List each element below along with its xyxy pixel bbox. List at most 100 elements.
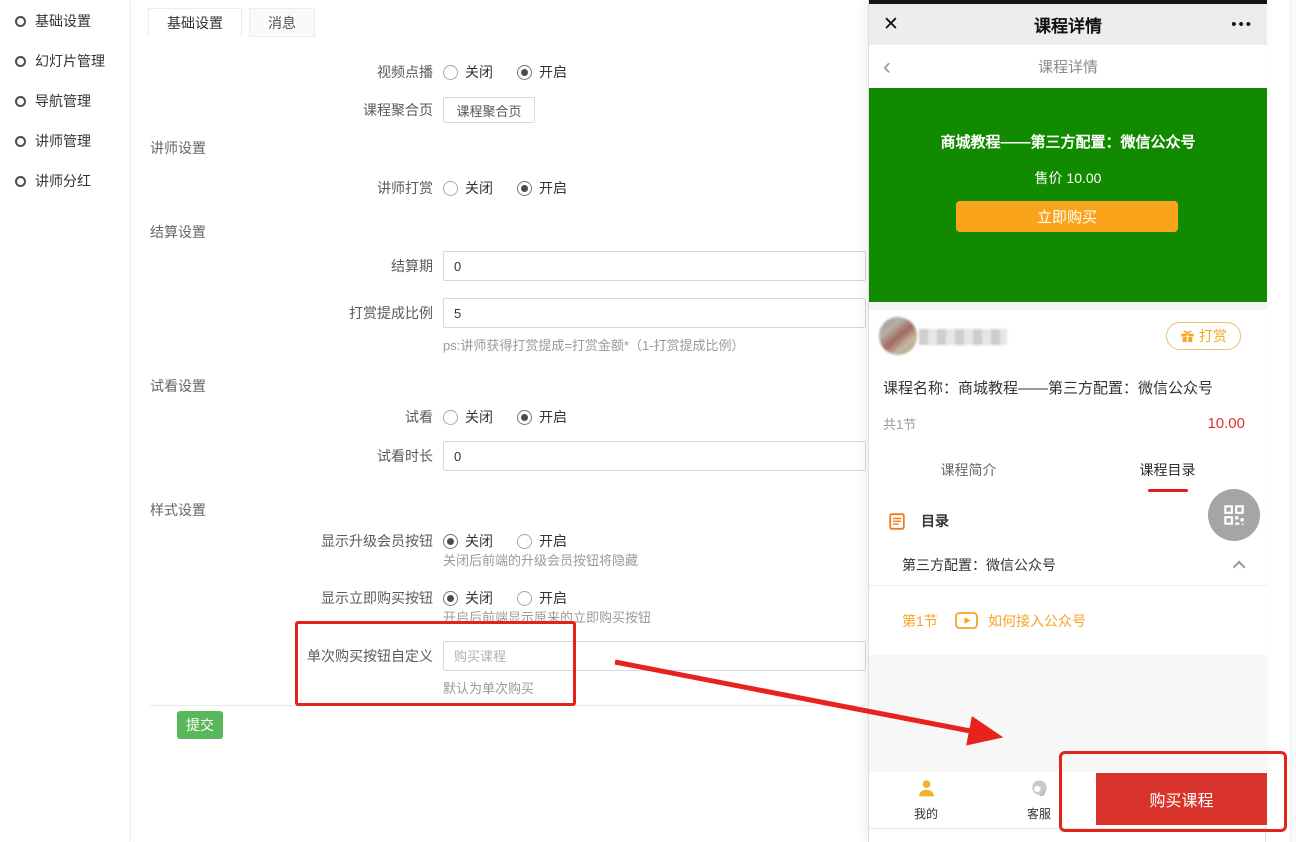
chevron-up-icon[interactable] — [1233, 560, 1246, 573]
section-header-lecturer: 讲师设置 — [150, 138, 206, 158]
headset-icon — [1029, 778, 1050, 799]
course-aggregate-button[interactable]: 课程聚合页 — [443, 97, 535, 123]
trial-duration-control — [443, 441, 866, 471]
radio-label: 开启 — [539, 407, 567, 427]
sidebar-item-label: 讲师分红 — [35, 171, 91, 191]
section-header-trial: 试看设置 — [150, 376, 206, 396]
radio-option-off[interactable]: 关闭 — [443, 531, 493, 551]
chapter-title: 第三方配置：微信公众号 — [902, 555, 1056, 575]
course-banner: 商城教程——第三方配置：微信公众号 售价 10.00 立即购买 — [869, 88, 1267, 302]
radio-icon — [517, 534, 532, 549]
tab-basic-settings[interactable]: 基础设置 — [148, 8, 242, 37]
close-icon[interactable]: ✕ — [883, 13, 899, 36]
circle-bullet-icon — [15, 56, 26, 67]
single-buy-custom-help: 默认为单次购买 — [443, 678, 866, 697]
buy-now-button[interactable]: 立即购买 — [956, 201, 1178, 232]
scrollbar-gutter[interactable] — [1290, 0, 1296, 842]
tabbar-item-service[interactable]: 客服 — [1009, 778, 1069, 822]
lecturer-tip-radio-group: 关闭 开启 — [443, 178, 567, 198]
radio-option-off[interactable]: 关闭 — [443, 178, 493, 198]
radio-label: 开启 — [539, 588, 567, 608]
submit-button[interactable]: 提交 — [177, 711, 223, 739]
sidebar-item-lecturer-dividend[interactable]: 讲师分红 — [0, 161, 129, 201]
qr-icon — [1221, 502, 1247, 528]
radio-icon — [517, 591, 532, 606]
tip-button[interactable]: 打赏 — [1166, 322, 1241, 350]
lesson-number: 第1节 — [902, 611, 938, 631]
radio-option-on[interactable]: 开启 — [517, 407, 567, 427]
sidebar-item-lecturer-mgmt[interactable]: 讲师管理 — [0, 121, 129, 161]
tabbar-mine-label: 我的 — [896, 805, 956, 822]
settlement-period-input[interactable] — [443, 251, 866, 281]
settings-main: 基础设置 消息 视频点播 关闭 开启 课程聚合页 课程聚合页 讲师设置 讲师打赏… — [130, 0, 896, 842]
radio-label: 关闭 — [465, 531, 493, 551]
radio-option-off[interactable]: 关闭 — [443, 407, 493, 427]
tip-commission-input[interactable] — [443, 298, 866, 328]
sidebar-item-label: 幻灯片管理 — [35, 51, 105, 71]
form-divider — [150, 705, 866, 706]
back-icon[interactable]: ‹ — [883, 55, 891, 79]
banner-gap — [869, 302, 1267, 310]
catalog-header-label: 目录 — [921, 511, 949, 531]
qr-code-button[interactable] — [1208, 489, 1260, 541]
form-row-trial-duration: 试看时长 — [150, 441, 866, 471]
radio-option-on[interactable]: 开启 — [517, 588, 567, 608]
buy-course-button[interactable]: 购买课程 — [1096, 773, 1267, 825]
radio-icon — [443, 181, 458, 196]
field-label: 试看时长 — [150, 441, 433, 471]
radio-label: 关闭 — [465, 62, 493, 82]
radio-option-off[interactable]: 关闭 — [443, 588, 493, 608]
course-name: 课程名称：商城教程——第三方配置：微信公众号 — [883, 377, 1213, 398]
sidebar: 基础设置 幻灯片管理 导航管理 讲师管理 讲师分红 — [0, 0, 130, 842]
tab-messages[interactable]: 消息 — [249, 8, 315, 37]
single-buy-custom-input[interactable] — [443, 641, 866, 671]
field-label: 显示立即购买按钮 — [150, 588, 433, 608]
sidebar-menu: 基础设置 幻灯片管理 导航管理 讲师管理 讲师分红 — [0, 0, 129, 201]
phone-preview: ✕ 课程详情 ••• ‹ 课程详情 商城教程——第三方配置：微信公众号 售价 1… — [868, 0, 1266, 842]
tab-course-intro[interactable]: 课程简介 — [869, 445, 1068, 497]
radio-label: 开启 — [539, 62, 567, 82]
show-upgrade-help: 关闭后前端的升级会员按钮将隐藏 — [443, 550, 638, 569]
field-label: 单次购买按钮自定义 — [150, 641, 433, 671]
field-label: 试看 — [150, 407, 433, 427]
sidebar-item-basic-settings[interactable]: 基础设置 — [0, 1, 129, 41]
chapter-row[interactable]: 第三方配置：微信公众号 — [869, 545, 1267, 586]
form-row-show-buynow-button: 显示立即购买按钮 关闭 开启 开启后前端显示原来的立即购买按钮 — [150, 588, 866, 628]
radio-option-on[interactable]: 开启 — [517, 62, 567, 82]
section-header-settlement: 结算设置 — [150, 222, 206, 242]
show-buynow-radio-group: 关闭 开启 — [443, 588, 567, 608]
radio-option-on[interactable]: 开启 — [517, 178, 567, 198]
banner-course-title: 商城教程——第三方配置：微信公众号 — [869, 88, 1267, 152]
sidebar-item-navigation[interactable]: 导航管理 — [0, 81, 129, 121]
settlement-period-control — [443, 251, 866, 281]
show-buynow-help: 开启后前端显示原来的立即购买按钮 — [443, 607, 651, 626]
phone-header: ✕ 课程详情 ••• — [869, 4, 1267, 45]
form-row-video-on-demand: 视频点播 关闭 开启 — [150, 62, 866, 82]
radio-option-on[interactable]: 开启 — [517, 531, 567, 551]
tabbar-item-mine[interactable]: 我的 — [896, 778, 956, 822]
phone-nav-title: 课程详情 — [869, 56, 1267, 77]
tabbar-service-label: 客服 — [1009, 805, 1069, 822]
video-on-demand-radio-group: 关闭 开启 — [443, 62, 567, 82]
avatar — [879, 317, 917, 355]
trial-duration-input[interactable] — [443, 441, 866, 471]
catalog-doc-icon — [889, 513, 905, 530]
lesson-row[interactable]: 第1节 如何接入公众号 — [869, 586, 1267, 655]
circle-bullet-icon — [15, 176, 26, 187]
app-root: 基础设置 幻灯片管理 导航管理 讲师管理 讲师分红 基础设置 消息 — [0, 0, 1296, 842]
radio-label: 关闭 — [465, 588, 493, 608]
sidebar-item-slides[interactable]: 幻灯片管理 — [0, 41, 129, 81]
radio-icon — [517, 181, 532, 196]
circle-bullet-icon — [15, 96, 26, 107]
radio-option-off[interactable]: 关闭 — [443, 62, 493, 82]
field-label: 课程聚合页 — [150, 97, 433, 123]
more-icon[interactable]: ••• — [1231, 16, 1253, 33]
tip-button-label: 打赏 — [1199, 326, 1227, 346]
lesson-title: 如何接入公众号 — [988, 611, 1086, 631]
course-price: 10.00 — [1207, 415, 1245, 432]
circle-bullet-icon — [15, 136, 26, 147]
radio-icon — [517, 65, 532, 80]
tip-commission-help: ps:讲师获得打赏提成=打赏金额*（1-打赏提成比例） — [443, 335, 866, 354]
field-label: 显示升级会员按钮 — [150, 531, 433, 551]
circle-bullet-icon — [15, 16, 26, 27]
